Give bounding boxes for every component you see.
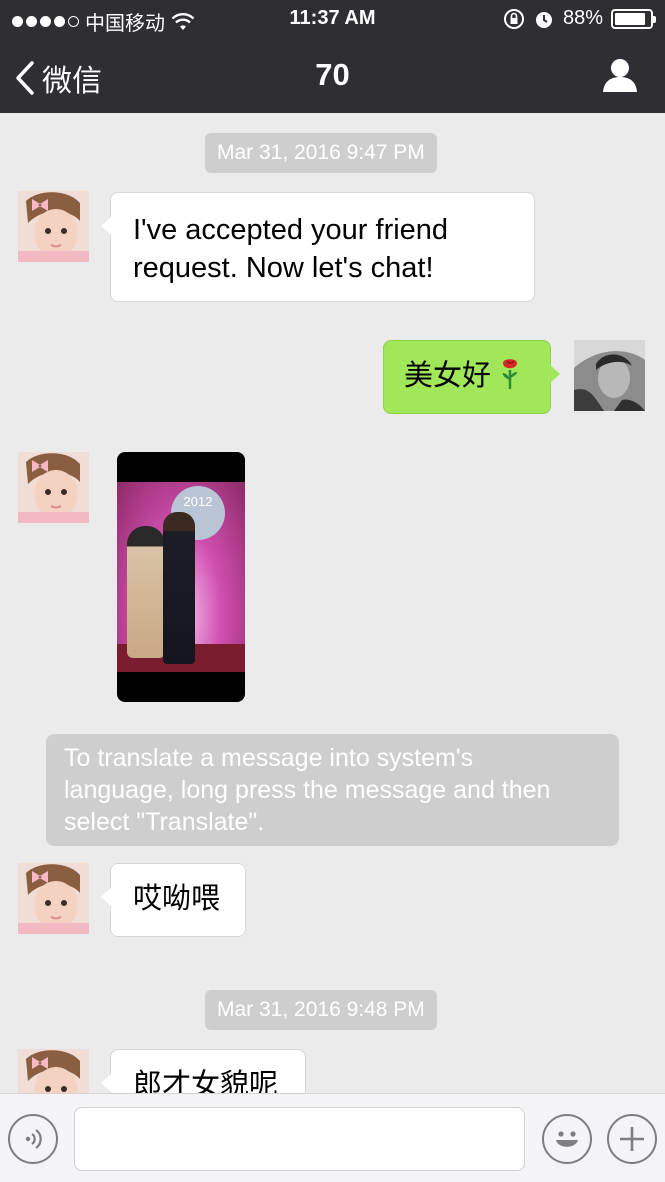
status-right: 88% [503, 7, 656, 30]
baby-photo-icon [18, 863, 89, 934]
battery-percent: 88% [562, 7, 603, 29]
contact-avatar[interactable] [18, 1049, 89, 1093]
input-bar [0, 1093, 665, 1182]
baby-photo-icon [18, 191, 89, 262]
voice-icon [25, 1129, 42, 1149]
message-text: 美女好 [404, 360, 492, 392]
chat-messages[interactable]: Mar 31, 2016 9:47 PM I've accepted your … [0, 113, 665, 1093]
message-text: 郎才女貌呢 [133, 1069, 279, 1093]
status-bar: 中国移动 11:37 AM 88% [0, 0, 665, 38]
message-text-line: request. Now let's chat! [133, 252, 434, 284]
contact-avatar[interactable] [18, 863, 89, 934]
photo-scene: 2012 [117, 482, 245, 672]
message-bubble-incoming[interactable]: 哎呦喂 [101, 863, 246, 937]
more-button[interactable] [607, 1114, 657, 1164]
system-message: To translate a message into system's lan… [46, 734, 619, 846]
user-photo-icon [574, 340, 645, 411]
baby-photo-icon [18, 1049, 89, 1093]
image-message[interactable]: 2012 [117, 452, 245, 702]
message-bubble-incoming[interactable]: 郎才女貌呢 [101, 1049, 306, 1093]
battery-fill [615, 12, 645, 25]
photo-person [127, 526, 165, 658]
message-bubble-incoming[interactable]: I've accepted your friend request. Now l… [101, 192, 535, 302]
top-bar: 中国移动 11:37 AM 88% 微信 70 [0, 0, 665, 113]
contact-avatar[interactable] [18, 452, 89, 523]
baby-photo-icon [18, 452, 89, 523]
plus-icon [620, 1127, 644, 1151]
system-text-line: language, long press the message and the… [64, 776, 551, 804]
message-bubble-outgoing[interactable]: 美女好 [383, 340, 560, 414]
alarm-icon [535, 11, 552, 28]
emoji-button[interactable] [542, 1114, 592, 1164]
message-text: 哎呦喂 [133, 883, 221, 915]
rose-emoji-icon [502, 359, 518, 389]
system-text-line: To translate a message into system's [64, 744, 474, 772]
chat-title: 70 [315, 57, 350, 92]
contact-avatar[interactable] [18, 191, 89, 262]
profile-icon[interactable] [601, 56, 639, 94]
message-timestamp: Mar 31, 2016 9:48 PM [205, 990, 437, 1030]
nav-bar: 微信 70 [0, 38, 665, 113]
rotation-lock-icon [503, 8, 524, 29]
system-text-line: select "Translate". [64, 808, 265, 836]
message-input[interactable] [74, 1107, 525, 1171]
self-avatar[interactable] [574, 340, 645, 411]
message-text-line: I've accepted your friend [133, 214, 449, 246]
emoji-icon [556, 1131, 578, 1147]
photo-person [163, 512, 195, 664]
battery-icon [611, 8, 656, 29]
voice-button[interactable] [8, 1114, 58, 1164]
message-timestamp: Mar 31, 2016 9:47 PM [205, 133, 437, 173]
